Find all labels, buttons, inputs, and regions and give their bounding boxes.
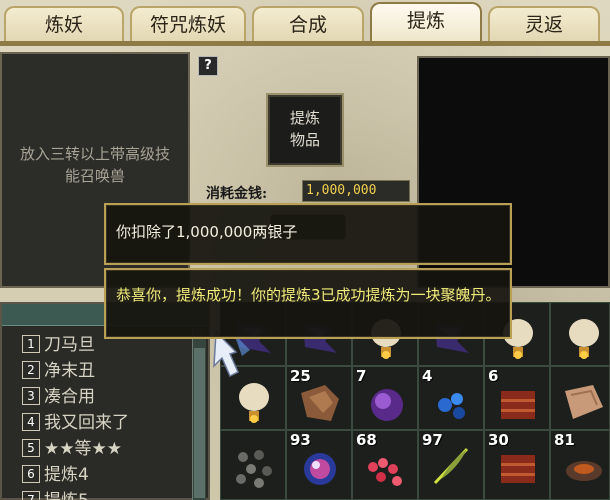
inventory-cell[interactable] [550,302,610,366]
blue-crystal-icon [438,393,465,419]
pet-name: 提炼5 [44,491,89,500]
red-beads-icon [368,458,402,486]
pet-index-badge: 5 [22,439,40,457]
refine-item-label-text: 提炼物品 [289,109,320,149]
tab-synthesis[interactable]: 合成 [252,6,364,42]
pet-name: 提炼4 [44,465,89,485]
pet-list-item[interactable]: 3 凑合用 [22,384,182,410]
deduction-notice: 你扣除了1,000,000两银子 [104,203,512,265]
pet-name: 刀马旦 [44,335,95,355]
inventory-cell[interactable]: 97 [418,430,484,500]
inventory-cell[interactable]: 4 [418,366,484,430]
chest-icon [501,455,535,483]
pet-index-badge: 3 [22,387,40,405]
summon-hint-text: 放入三转以上带高级技能召唤兽 [20,145,171,185]
pet-list-item[interactable]: 2 净末丑 [22,358,182,384]
lantern-icon [569,319,599,359]
feather-icon [433,447,469,485]
success-notice: 恭喜你，提炼成功！你的提炼3已成功提炼为一块聚魄丹。 [104,268,512,339]
tab-extract[interactable]: 提炼 [370,2,482,42]
pet-name: ★★等★★ [44,439,122,459]
inventory-cell[interactable]: 6 [484,366,550,430]
refine-item-slot[interactable]: 提炼物品 [266,93,344,167]
pet-index-badge: 2 [22,361,40,379]
tab-bar: 炼妖 符咒炼妖 合成 提炼 灵返 [0,0,610,46]
success-notice-text: 恭喜你，提炼成功！你的提炼3已成功提炼为一块聚魄丹。 [116,286,501,304]
chest-icon [501,391,535,419]
help-button[interactable]: ? [198,56,218,76]
pet-name: 我又回来了 [44,413,129,433]
pet-list-item[interactable]: 4 我又回来了 [22,410,182,436]
inventory-cell[interactable]: 68 [352,430,418,500]
cost-label: 消耗金钱: [206,186,268,202]
inventory-cell[interactable]: 30 [484,430,550,500]
disc-icon [566,461,602,481]
purple-orb-icon [371,389,403,421]
tab-spirit-return[interactable]: 灵返 [488,6,600,42]
parchment-icon [565,385,603,419]
blue-orb-icon [304,453,336,485]
pet-name: 净末丑 [44,361,95,381]
pet-list-scroll-thumb[interactable] [194,348,205,498]
tab-underline [0,41,610,46]
tab-charm-refine[interactable]: 符咒炼妖 [130,6,246,42]
pet-list-item[interactable]: 5 ★★等★★ [22,436,182,462]
deduction-notice-text: 你扣除了1,000,000两银子 [116,223,298,241]
stones-icon [236,450,272,488]
tab-refine-demon[interactable]: 炼妖 [4,6,124,42]
summon-slot-hint: 放入三转以上带高级技能召唤兽 [2,143,188,187]
inventory-cell[interactable] [550,366,610,430]
pet-list-item[interactable]: 7 提炼5 [22,488,182,500]
inventory-cell[interactable]: 7 [352,366,418,430]
pet-index-badge: 7 [22,491,40,500]
inventory-cell[interactable]: 25 [286,366,352,430]
refine-item-label: 提炼物品 [268,107,342,151]
pet-name: 凑合用 [44,387,95,407]
cost-value: 1,000,000 [302,180,410,202]
pet-index-badge: 1 [22,335,40,353]
hide-icon [301,385,339,421]
inventory-cell[interactable]: 81 [550,430,610,500]
pet-index-badge: 6 [22,465,40,483]
pet-list-scrollbar[interactable] [192,328,206,500]
inventory-cell[interactable] [220,430,286,500]
inventory-cell[interactable]: 93 [286,430,352,500]
pet-index-badge: 4 [22,413,40,431]
pet-list-item[interactable]: 6 提炼4 [22,462,182,488]
